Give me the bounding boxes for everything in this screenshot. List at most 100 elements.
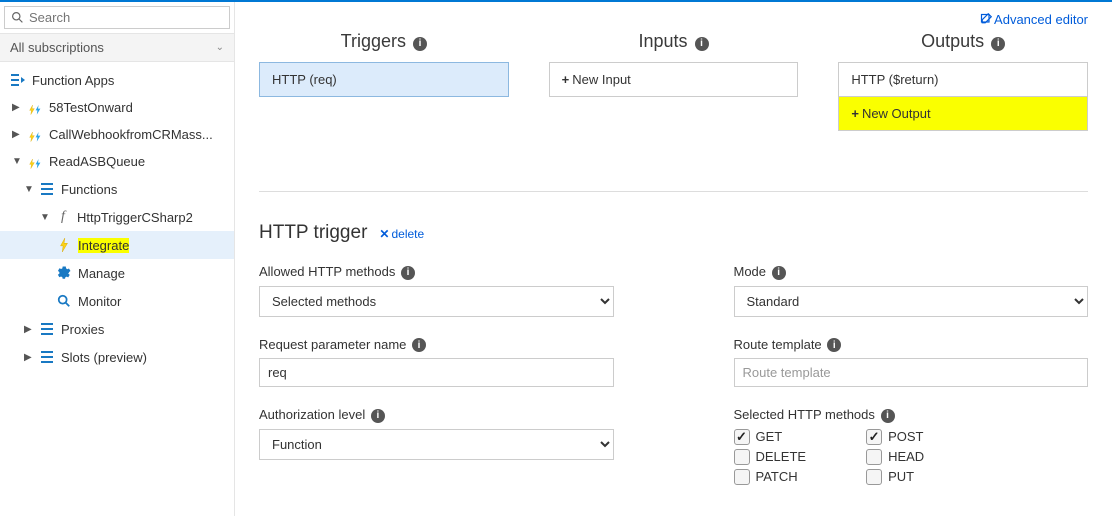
advanced-editor-label: Advanced editor <box>994 12 1088 27</box>
search-box[interactable] <box>4 6 230 29</box>
sidebar: All subscriptions ⌄ Function Apps ▶ 58Te… <box>0 2 235 516</box>
info-icon[interactable]: i <box>772 266 786 280</box>
info-icon[interactable]: i <box>413 37 427 51</box>
tree-label: Proxies <box>61 322 104 337</box>
tree-function-item[interactable]: ▼ f HttpTriggerCSharp2 <box>0 203 234 231</box>
mode-label: Mode i <box>734 264 1089 280</box>
main-panel: Advanced editor Triggers i HTTP (req) In… <box>235 2 1112 516</box>
tree-label: Functions <box>61 182 117 197</box>
chevron-down-icon: ⌄ <box>216 42 224 53</box>
form-right-column: Mode i Standard Route template i Selecte… <box>734 264 1089 505</box>
tree-label: 58TestOnward <box>49 100 133 115</box>
info-icon[interactable]: i <box>412 338 426 352</box>
info-icon[interactable]: i <box>371 409 385 423</box>
auth-level-label: Authorization level i <box>259 407 614 423</box>
checkbox-head[interactable] <box>866 449 882 465</box>
checkbox-label: PUT <box>888 469 914 484</box>
tree-slots[interactable]: ▶ Slots (preview) <box>0 343 234 371</box>
tree: Function Apps ▶ 58TestOnward ▶ CallWebho… <box>0 62 234 516</box>
form-left-column: Allowed HTTP methods i Selected methods … <box>259 264 614 505</box>
info-icon[interactable]: i <box>401 266 415 280</box>
req-param-input[interactable] <box>259 358 614 387</box>
list-play-icon <box>10 72 26 88</box>
list-icon <box>39 349 55 365</box>
route-template-input[interactable] <box>734 358 1089 387</box>
tree-label: CallWebhookfromCRMass... <box>49 127 213 142</box>
triggers-heading: Triggers i <box>259 31 509 52</box>
tree-label: HttpTriggerCSharp2 <box>77 210 193 225</box>
magnifier-icon <box>56 293 72 309</box>
info-icon[interactable]: i <box>991 37 1005 51</box>
tree-app-item[interactable]: ▼ ReadASBQueue <box>0 148 234 175</box>
tree-app-item[interactable]: ▶ CallWebhookfromCRMass... <box>0 121 234 148</box>
new-input-label: New Input <box>572 72 631 87</box>
output-box[interactable]: HTTP ($return) <box>838 62 1088 97</box>
checkbox-put[interactable] <box>866 469 882 485</box>
output-box-label: HTTP ($return) <box>851 72 938 87</box>
subscriptions-dropdown[interactable]: All subscriptions ⌄ <box>0 33 234 62</box>
function-app-icon <box>27 156 43 168</box>
info-icon[interactable]: i <box>827 338 841 352</box>
collapse-arrow-icon: ▼ <box>12 156 24 167</box>
gear-icon <box>56 265 72 281</box>
inputs-column: Inputs i +New Input <box>549 31 799 131</box>
tree-integrate[interactable]: Integrate <box>0 231 234 259</box>
tree-manage[interactable]: Manage <box>0 259 234 287</box>
bolt-icon <box>56 237 72 253</box>
edit-icon <box>980 13 992 25</box>
route-template-label: Route template i <box>734 337 1089 353</box>
function-app-icon <box>27 129 43 141</box>
new-input-button[interactable]: +New Input <box>549 62 799 97</box>
expand-arrow-icon: ▶ <box>24 352 36 363</box>
checkbox-label: POST <box>888 429 923 444</box>
trigger-box[interactable]: HTTP (req) <box>259 62 509 97</box>
auth-level-select[interactable]: Function <box>259 429 614 460</box>
http-trigger-title: HTTP trigger <box>259 222 367 244</box>
checkbox-label: GET <box>756 429 783 444</box>
expand-arrow-icon: ▶ <box>12 129 24 140</box>
collapse-arrow-icon: ▼ <box>24 184 36 195</box>
function-app-icon <box>27 102 43 114</box>
tree-label: Monitor <box>78 294 121 309</box>
search-input[interactable] <box>29 10 223 25</box>
tree-function-apps[interactable]: Function Apps <box>0 66 234 94</box>
plus-icon: + <box>851 106 859 121</box>
list-icon <box>39 321 55 337</box>
allowed-methods-label: Allowed HTTP methods i <box>259 264 614 280</box>
delete-trigger-link[interactable]: ✕delete <box>379 227 424 241</box>
outputs-column: Outputs i HTTP ($return) +New Output <box>838 31 1088 131</box>
new-output-button[interactable]: +New Output <box>838 97 1088 131</box>
checkbox-get[interactable] <box>734 429 750 445</box>
collapse-arrow-icon: ▼ <box>40 212 52 223</box>
list-icon <box>39 181 55 197</box>
tree-functions-node[interactable]: ▼ Functions <box>0 175 234 203</box>
selected-methods-label: Selected HTTP methods i <box>734 407 1089 423</box>
mode-select[interactable]: Standard <box>734 286 1089 317</box>
plus-icon: + <box>562 72 570 87</box>
inputs-heading: Inputs i <box>549 31 799 52</box>
subscriptions-label: All subscriptions <box>10 40 104 55</box>
advanced-editor-link[interactable]: Advanced editor <box>980 12 1088 27</box>
search-icon <box>11 11 24 24</box>
trigger-box-label: HTTP (req) <box>272 72 337 87</box>
section-divider <box>259 191 1088 192</box>
expand-arrow-icon: ▶ <box>12 102 24 113</box>
tree-label: Slots (preview) <box>61 350 147 365</box>
checkbox-post[interactable] <box>866 429 882 445</box>
info-icon[interactable]: i <box>881 409 895 423</box>
outputs-heading: Outputs i <box>838 31 1088 52</box>
new-output-label: New Output <box>862 106 931 121</box>
checkbox-delete[interactable] <box>734 449 750 465</box>
checkbox-label: DELETE <box>756 449 807 464</box>
x-icon: ✕ <box>379 227 389 241</box>
expand-arrow-icon: ▶ <box>24 324 36 335</box>
tree-proxies[interactable]: ▶ Proxies <box>0 315 234 343</box>
checkbox-label: HEAD <box>888 449 924 464</box>
info-icon[interactable]: i <box>695 37 709 51</box>
tree-monitor[interactable]: Monitor <box>0 287 234 315</box>
tree-label: Function Apps <box>32 73 114 88</box>
allowed-methods-select[interactable]: Selected methods <box>259 286 614 317</box>
function-f-icon: f <box>55 209 71 225</box>
checkbox-patch[interactable] <box>734 469 750 485</box>
tree-app-item[interactable]: ▶ 58TestOnward <box>0 94 234 121</box>
